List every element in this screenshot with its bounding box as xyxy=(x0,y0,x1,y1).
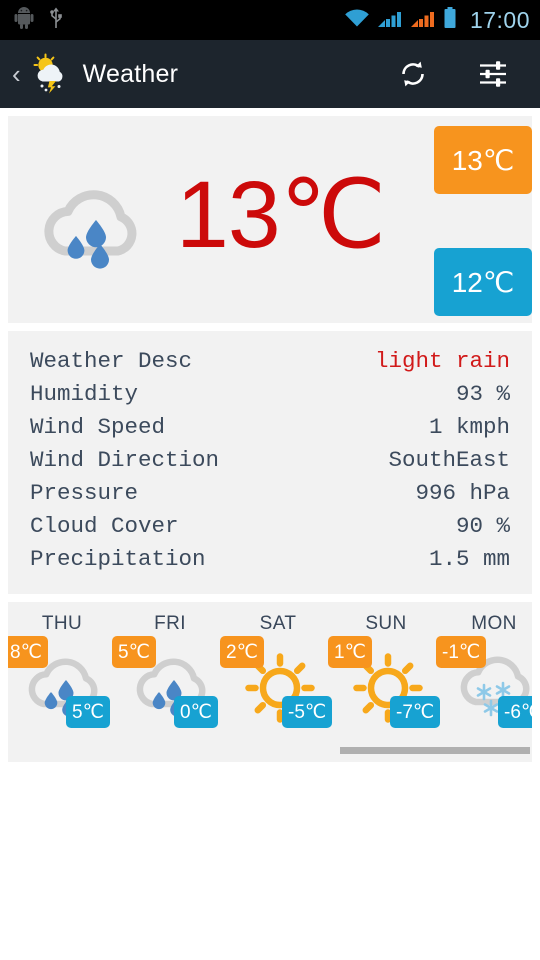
page-title: Weather xyxy=(82,59,179,88)
forecast-scrollbar[interactable] xyxy=(340,747,530,754)
forecast-day-label: THU xyxy=(41,613,83,634)
forecast-track[interactable]: THU 8℃ 5℃ FRI 5℃ 0℃ SAT 2℃ -5℃ SUN 1℃ -7… xyxy=(8,602,532,762)
android-robot-icon xyxy=(14,6,34,34)
detail-label: Humidity xyxy=(30,381,139,407)
forecast-low-badge: 5℃ xyxy=(66,696,110,728)
detail-label: Wind Direction xyxy=(30,447,220,473)
forecast-day-label: FRI xyxy=(154,613,186,634)
temperature-low-badge: 12℃ xyxy=(434,248,532,316)
status-bar-clock: 17:00 xyxy=(469,6,530,33)
action-bar: ‹ Weather xyxy=(0,40,540,108)
storm-cloud-icon xyxy=(29,53,71,95)
forecast-day-label: SUN xyxy=(365,613,407,634)
forecast-day-label: SAT xyxy=(259,613,297,634)
forecast-high-badge: 2℃ xyxy=(220,636,264,668)
cellular-signal-2-icon xyxy=(410,8,436,33)
forecast-low-badge: -7℃ xyxy=(390,696,441,728)
forecast-day[interactable]: FRI 5℃ 0℃ xyxy=(112,602,224,762)
detail-row: Weather Desc light rain xyxy=(30,345,510,378)
forecast-high-badge: 5℃ xyxy=(112,636,156,668)
forecast-day[interactable]: SAT 2℃ -5℃ xyxy=(220,602,333,762)
forecast-day-label: MON xyxy=(471,613,517,634)
weather-details-card: Weather Desc light rain Humidity 93 % Wi… xyxy=(8,331,532,594)
current-temperature: 13℃ xyxy=(176,162,386,268)
detail-row: Pressure 996 hPa xyxy=(30,477,510,510)
detail-label: Cloud Cover xyxy=(30,513,179,539)
forecast-day[interactable]: SUN 1℃ -7℃ xyxy=(328,602,441,762)
detail-value: 93 % xyxy=(455,381,510,407)
detail-value: 1.5 mm xyxy=(428,546,510,572)
forecast-day[interactable]: THU 8℃ 5℃ xyxy=(8,602,116,762)
detail-label: Wind Speed xyxy=(30,414,166,440)
forecast-high-badge: 1℃ xyxy=(328,636,372,668)
status-bar-left-icons xyxy=(14,6,344,35)
forecast-low-badge: 0℃ xyxy=(174,696,218,728)
back-button[interactable]: ‹ xyxy=(6,61,27,87)
temperature-high-badge: 13℃ xyxy=(434,126,532,194)
detail-value: SouthEast xyxy=(388,447,510,473)
rain-cloud-icon xyxy=(34,176,152,286)
forecast-high-badge: -1℃ xyxy=(436,636,487,668)
detail-row: Humidity 93 % xyxy=(30,378,510,411)
battery-icon xyxy=(443,6,457,34)
forecast-high-badge: 8℃ xyxy=(8,636,48,668)
settings-sliders-icon[interactable] xyxy=(466,47,520,101)
cellular-signal-icon xyxy=(377,8,403,33)
forecast-low-badge: -6℃ xyxy=(498,696,532,728)
detail-value: 996 hPa xyxy=(415,480,510,506)
detail-row: Precipitation 1.5 mm xyxy=(30,543,510,576)
detail-value: 1 kmph xyxy=(428,414,510,440)
detail-value: light rain xyxy=(374,348,510,374)
detail-value: 90 % xyxy=(455,513,510,539)
usb-icon xyxy=(48,6,64,35)
forecast-card[interactable]: THU 8℃ 5℃ FRI 5℃ 0℃ SAT 2℃ -5℃ SUN 1℃ -7… xyxy=(8,602,532,762)
detail-label: Pressure xyxy=(30,480,139,506)
refresh-icon[interactable] xyxy=(386,47,440,101)
forecast-day[interactable]: MON -1℃ -6℃ xyxy=(436,602,532,762)
detail-row: Cloud Cover 90 % xyxy=(30,510,510,543)
detail-label: Weather Desc xyxy=(30,348,193,374)
detail-row: Wind Speed 1 kmph xyxy=(30,411,510,444)
detail-label: Precipitation xyxy=(30,546,206,572)
forecast-low-badge: -5℃ xyxy=(282,696,333,728)
detail-row: Wind Direction SouthEast xyxy=(30,444,510,477)
status-bar: 17:00 xyxy=(0,0,540,40)
status-bar-right-icons: 17:00 xyxy=(344,6,530,34)
current-weather-card: 13℃ 13℃ 12℃ xyxy=(8,116,532,323)
wifi-icon xyxy=(344,8,370,33)
